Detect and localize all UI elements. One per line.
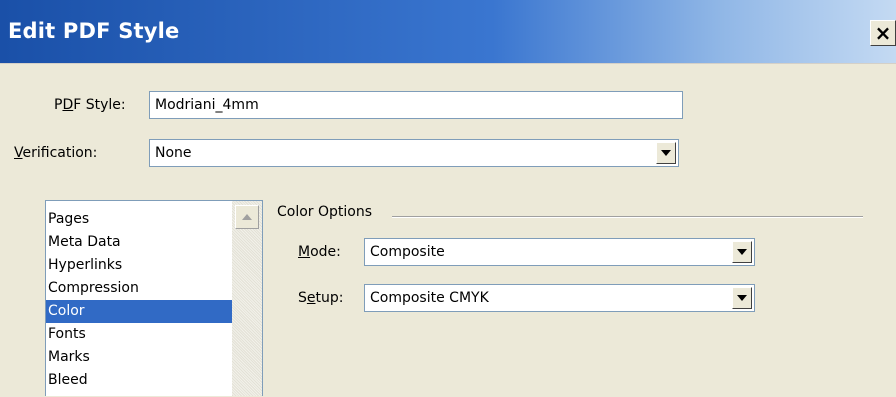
category-list-items: Pages Meta Data Hyperlinks Compression Color…	[46, 208, 232, 392]
category-list[interactable]: Pages Meta Data Hyperlinks Compression Color…	[45, 200, 263, 396]
mode-label: Mode:	[298, 244, 341, 260]
verification-label: Verification:	[14, 145, 98, 161]
pdf-style-label: PDF Style:	[54, 97, 126, 113]
list-scrollbar[interactable]	[232, 201, 262, 396]
list-item[interactable]: Fonts	[46, 323, 232, 346]
color-options-group-title: Color Options	[277, 204, 373, 220]
list-item[interactable]: Marks	[46, 346, 232, 369]
mode-dropdown[interactable]: Composite	[364, 238, 755, 266]
verification-dropdown[interactable]: None	[149, 139, 679, 167]
list-item[interactable]: Pages	[46, 208, 232, 231]
close-button[interactable]: ×	[870, 20, 896, 46]
list-item[interactable]: Meta Data	[46, 231, 232, 254]
close-icon: ×	[874, 21, 892, 45]
chevron-down-icon[interactable]	[732, 287, 752, 309]
setup-value: Composite CMYK	[370, 290, 489, 306]
verification-value: None	[155, 145, 192, 161]
pdf-style-input[interactable]: Modriani_4mm	[149, 91, 683, 119]
group-divider	[392, 216, 863, 217]
list-item[interactable]: Color	[46, 300, 232, 323]
mode-value: Composite	[370, 244, 445, 260]
setup-dropdown[interactable]: Composite CMYK	[364, 284, 755, 312]
list-item[interactable]: Bleed	[46, 369, 232, 392]
scroll-up-icon[interactable]	[235, 205, 259, 229]
list-item[interactable]: Compression	[46, 277, 232, 300]
list-item[interactable]: Hyperlinks	[46, 254, 232, 277]
chevron-down-icon[interactable]	[656, 142, 676, 164]
chevron-down-icon[interactable]	[732, 241, 752, 263]
setup-label: Setup:	[298, 290, 344, 306]
window-title: Edit PDF Style	[8, 19, 180, 43]
title-bar[interactable]: Edit PDF Style ×	[0, 0, 896, 63]
